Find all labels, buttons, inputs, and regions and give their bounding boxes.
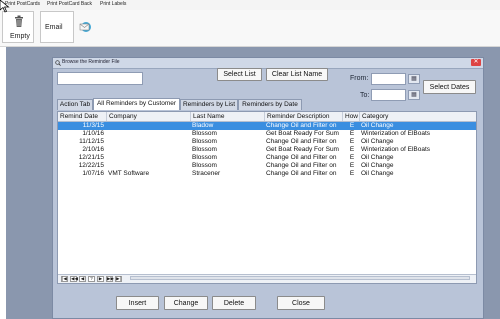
to-label: To: bbox=[360, 92, 370, 99]
nav-button[interactable]: ▶ bbox=[97, 276, 104, 282]
insert-button[interactable]: Insert bbox=[116, 296, 159, 310]
cell-desc: Change Oil and Filter on bbox=[266, 154, 337, 161]
cell-date: 11/3/15 bbox=[82, 122, 104, 129]
cell-desc: Get Boat Ready For Sum bbox=[266, 146, 339, 153]
top-menu-bar: Print PostCards Print PostCard Back Prin… bbox=[0, 0, 500, 10]
cell-last: Blossom bbox=[192, 138, 217, 145]
cell-date: 12/21/15 bbox=[78, 154, 104, 161]
close-button[interactable]: Close bbox=[277, 296, 325, 310]
menu-print-postcard-back[interactable]: Print PostCard Back bbox=[47, 1, 92, 7]
grid-header: Remind Date Company Last Name Reminder D… bbox=[58, 112, 476, 122]
cell-last: Stracener bbox=[192, 170, 221, 177]
change-button[interactable]: Change bbox=[164, 296, 208, 310]
cell-how: E bbox=[349, 154, 355, 161]
tab-reminders-by-list[interactable]: Reminders by List bbox=[180, 99, 238, 110]
to-calendar-icon[interactable]: ▦ bbox=[408, 90, 420, 100]
cell-date: 1/07/16 bbox=[82, 170, 104, 177]
select-dates-button[interactable]: Select Dates bbox=[423, 80, 476, 94]
cell-how: E bbox=[349, 162, 355, 169]
table-row[interactable]: 12/21/15 Blossom Change Oil and Filter on E… bbox=[58, 154, 476, 162]
cell-date: 1/10/16 bbox=[82, 130, 104, 137]
column-header-last-name[interactable]: Last Name bbox=[191, 112, 265, 121]
nav-button[interactable]: ▶▶ bbox=[106, 276, 114, 282]
cell-last: Blossom bbox=[192, 154, 217, 161]
cell-date: 12/22/15 bbox=[78, 162, 104, 169]
cell-date: 11/12/15 bbox=[79, 138, 104, 145]
nav-button[interactable]: |◀ bbox=[61, 276, 68, 282]
email-button[interactable]: Email bbox=[40, 11, 74, 43]
cell-how: E bbox=[349, 146, 355, 153]
cell-last: Bladow bbox=[192, 122, 214, 129]
search-icon bbox=[55, 60, 61, 66]
delete-button[interactable]: Delete bbox=[212, 296, 256, 310]
nav-button[interactable]: ▶| bbox=[115, 276, 122, 282]
cell-cat: Oil Change bbox=[361, 122, 394, 129]
cell-desc: Change Oil and Filter on bbox=[266, 162, 337, 169]
cell-last: Blossom bbox=[192, 162, 217, 169]
cell-how: E bbox=[349, 138, 355, 145]
nav-button[interactable]: ◀ bbox=[79, 276, 86, 282]
trash-icon bbox=[15, 15, 23, 27]
from-label: From: bbox=[350, 75, 369, 82]
empty-button[interactable]: Empty bbox=[2, 11, 34, 43]
cell-company bbox=[108, 130, 190, 138]
menu-print-labels[interactable]: Print Labels bbox=[100, 1, 126, 7]
select-list-button[interactable]: Select List bbox=[217, 68, 262, 81]
to-date-field[interactable] bbox=[371, 89, 406, 101]
cell-desc: Change Oil and Filter on bbox=[266, 138, 337, 145]
cell-how: E bbox=[349, 130, 355, 137]
column-header-company[interactable]: Company bbox=[107, 112, 191, 121]
table-row[interactable]: 12/22/15 Blossom Change Oil and Filter on E… bbox=[58, 162, 476, 170]
nav-button[interactable]: ◀◀ bbox=[70, 276, 78, 282]
cell-company bbox=[108, 138, 190, 146]
close-icon[interactable]: ✕ bbox=[471, 59, 481, 66]
cell-cat: Winterization of ElBoats bbox=[361, 146, 431, 153]
table-row[interactable]: 11/3/15 Bladow Change Oil and Filter on E Oi… bbox=[58, 122, 476, 130]
cell-last: Blossom bbox=[192, 146, 217, 153]
cell-cat: Oil Change bbox=[361, 138, 394, 145]
clear-list-name-button[interactable]: Clear List Name bbox=[266, 68, 328, 81]
table-row[interactable]: 2/10/16 Blossom Get Boat Ready For Sum E Win… bbox=[58, 146, 476, 154]
cell-desc: Change Oil and Filter on bbox=[266, 122, 337, 129]
email-label: Email bbox=[45, 24, 63, 31]
list-name-field[interactable] bbox=[57, 72, 143, 85]
ribbon bbox=[0, 10, 500, 47]
cell-cat: Oil Change bbox=[361, 154, 394, 161]
table-row[interactable]: 1/10/16 Blossom Get Boat Ready For Sum E Win… bbox=[58, 130, 476, 138]
column-header-reminder-description[interactable]: Reminder Description bbox=[265, 112, 343, 121]
from-date-field[interactable] bbox=[371, 73, 406, 85]
dialog-title: Browse the Reminder File bbox=[62, 59, 120, 65]
cell-how: E bbox=[349, 122, 355, 129]
empty-label: Empty bbox=[10, 33, 30, 40]
cell-company bbox=[108, 146, 190, 154]
tab-all-reminders-by-customer[interactable]: All Reminders by Customer bbox=[93, 98, 180, 110]
email-envelope-icon bbox=[79, 22, 91, 32]
table-row[interactable]: 1/07/16 VMT Software Stracener Change Oil a… bbox=[58, 170, 476, 178]
column-header-category[interactable]: Category bbox=[360, 112, 476, 121]
cell-desc: Get Boat Ready For Sum bbox=[266, 130, 339, 137]
cell-company bbox=[108, 154, 190, 162]
cell-company bbox=[108, 162, 190, 170]
cell-how: E bbox=[349, 170, 355, 177]
cell-last: Blossom bbox=[192, 130, 217, 137]
cell-cat: Oil Change bbox=[361, 162, 394, 169]
cell-company bbox=[108, 122, 190, 130]
column-header-how[interactable]: How bbox=[343, 112, 360, 121]
tab-action[interactable]: Action Tab bbox=[57, 99, 93, 110]
table-row[interactable]: 11/12/15 Blossom Change Oil and Filter on E… bbox=[58, 138, 476, 146]
cell-date: 2/10/16 bbox=[82, 146, 104, 153]
mouse-cursor-icon bbox=[0, 0, 10, 13]
cell-desc: Change Oil and Filter on bbox=[266, 170, 337, 177]
cell-company: VMT Software bbox=[108, 170, 150, 177]
tab-reminders-by-date[interactable]: Reminders by Date bbox=[238, 99, 302, 110]
from-calendar-icon[interactable]: ▦ bbox=[408, 74, 420, 84]
cell-cat: Oil Change bbox=[361, 170, 394, 177]
nav-button[interactable]: ? bbox=[88, 276, 95, 282]
reminder-grid: Remind Date Company Last Name Reminder D… bbox=[57, 111, 477, 284]
horizontal-scrollbar[interactable] bbox=[130, 276, 470, 280]
column-header-remind-date[interactable]: Remind Date bbox=[58, 112, 107, 121]
cell-cat: Winterization of ElBoats bbox=[361, 130, 431, 137]
